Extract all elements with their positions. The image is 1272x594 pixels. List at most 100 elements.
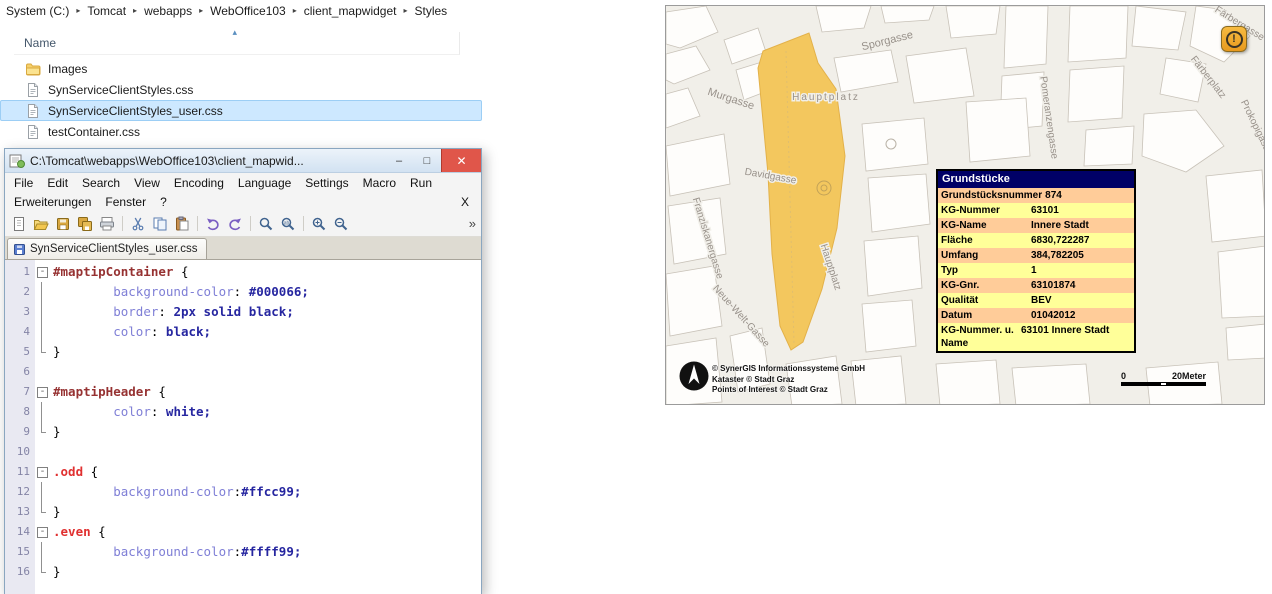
tab-synserviceclientstyles-user[interactable]: SynServiceClientStyles_user.css	[7, 238, 208, 259]
street-label: Prokopigasse	[1238, 98, 1265, 158]
line-number: 16	[16, 565, 30, 578]
code-line: 11 .odd {	[5, 462, 481, 482]
code-text[interactable]: background-color:#ffcc99;	[49, 482, 301, 502]
breadcrumb-item[interactable]: System (C:)	[6, 4, 69, 18]
maptip-field-value: 01042012	[1031, 310, 1076, 321]
menu-bar-2: Erweiterungen Fenster? X	[5, 192, 481, 211]
column-header-label: Name	[24, 36, 57, 50]
code-text[interactable]: #maptipHeader {	[49, 382, 166, 402]
line-number: 9	[23, 425, 30, 438]
breadcrumb-item[interactable]: Tomcat	[87, 4, 126, 18]
maptip-field-label: KG-Nummer	[941, 205, 1000, 216]
breadcrumb-item[interactable]: Styles	[414, 4, 447, 18]
fold-margin	[35, 482, 49, 502]
find-icon[interactable]	[256, 214, 276, 234]
file-row[interactable]: SynServiceClientStyles_user.css	[0, 100, 482, 121]
file-row[interactable]: Images	[0, 58, 482, 79]
toolbar-overflow-chevron[interactable]: »	[469, 216, 476, 231]
maptip-field-label: KG-Gnr.	[941, 280, 980, 291]
find-replace-icon[interactable]: ab	[278, 214, 298, 234]
save-all-icon[interactable]	[75, 214, 95, 234]
map-attribution: © SynerGIS Informationssysteme GmbH Katas…	[712, 364, 865, 396]
fold-margin	[35, 342, 49, 362]
save-icon[interactable]	[53, 214, 73, 234]
code-text[interactable]	[49, 362, 53, 382]
menu-item[interactable]: Erweiterungen	[7, 193, 98, 211]
map-widget[interactable]: Murgasse Sporgasse Hauptplatz Davidgasse Fra…	[665, 5, 1265, 405]
code-text[interactable]: }	[49, 562, 61, 582]
line-number: 3	[23, 305, 30, 318]
line-number: 11	[16, 465, 30, 478]
toolbar-separator	[197, 216, 198, 231]
code-text[interactable]	[49, 442, 53, 462]
copy-icon[interactable]	[150, 214, 170, 234]
zoom-in-icon[interactable]	[309, 214, 329, 234]
code-text[interactable]: }	[49, 502, 61, 522]
menu-item[interactable]: Encoding	[167, 174, 231, 192]
print-icon[interactable]	[97, 214, 117, 234]
fold-margin	[35, 422, 49, 442]
close-button[interactable]: ✕	[441, 149, 481, 172]
menu-close-button[interactable]: X	[451, 195, 479, 209]
cut-icon[interactable]	[128, 214, 148, 234]
sort-ascending-icon: ▴	[232, 27, 238, 37]
fold-toggle-icon[interactable]	[35, 382, 49, 402]
code-text[interactable]: #maptipContainer {	[49, 262, 188, 282]
menu-item[interactable]: Search	[75, 174, 127, 192]
column-header-name[interactable]: Name ▴	[14, 27, 460, 55]
notepadpp-app-icon	[9, 153, 25, 169]
maptip-row: KG-Gnr. 63101874	[938, 278, 1134, 293]
open-folder-icon[interactable]	[31, 214, 51, 234]
window-title-bar[interactable]: C:\Tomcat\webapps\WebOffice103\client_ma…	[5, 149, 481, 173]
menu-item[interactable]: Macro	[356, 174, 403, 192]
breadcrumb-item[interactable]: webapps	[144, 4, 192, 18]
menu-item[interactable]: Settings	[298, 174, 355, 192]
menu-item[interactable]: Edit	[40, 174, 75, 192]
code-text[interactable]: }	[49, 422, 61, 442]
code-text[interactable]: background-color:#ffff99;	[49, 542, 301, 562]
code-text[interactable]: background-color: #000066;	[49, 282, 309, 302]
maptip-field-value: Innere Stadt	[1031, 220, 1089, 231]
file-row[interactable]: SynServiceClientStyles.css	[0, 79, 482, 100]
line-number: 15	[16, 545, 30, 558]
code-text[interactable]: color: white;	[49, 402, 211, 422]
zoom-out-icon[interactable]	[331, 214, 351, 234]
code-text[interactable]: .odd {	[49, 462, 98, 482]
breadcrumb-item[interactable]: WebOffice103	[210, 4, 286, 18]
menu-item[interactable]: View	[127, 174, 167, 192]
maptip-row: Fläche 6830,722287	[938, 233, 1134, 248]
fold-margin	[35, 302, 49, 322]
highlighted-parcel[interactable]	[757, 32, 846, 351]
warning-button[interactable]: !	[1221, 26, 1247, 52]
toolbar: » ab	[5, 211, 481, 237]
file-row[interactable]: testContainer.css	[0, 121, 482, 142]
toolbar-separator	[303, 216, 304, 231]
minimize-button[interactable]: –	[385, 149, 413, 172]
fold-toggle-icon[interactable]	[35, 462, 49, 482]
code-line: 6	[5, 362, 481, 382]
new-file-icon[interactable]	[9, 214, 29, 234]
undo-icon[interactable]	[203, 214, 223, 234]
menu-item[interactable]: ?	[153, 193, 174, 211]
code-text[interactable]: .even {	[49, 522, 106, 542]
breadcrumb-item[interactable]: client_mapwidget	[304, 4, 397, 18]
code-text[interactable]: }	[49, 342, 61, 362]
code-text[interactable]: border: 2px solid black;	[49, 302, 294, 322]
toolbar-separator	[250, 216, 251, 231]
menu-item[interactable]: Fenster	[98, 193, 153, 211]
paste-icon[interactable]	[172, 214, 192, 234]
fold-toggle-icon[interactable]	[35, 522, 49, 542]
fold-toggle-icon[interactable]	[35, 262, 49, 282]
menu-item[interactable]: File	[7, 174, 40, 192]
notepadpp-window: C:\Tomcat\webapps\WebOffice103\client_ma…	[4, 148, 482, 594]
menu-item[interactable]: Run	[403, 174, 439, 192]
menu-item[interactable]: Language	[231, 174, 298, 192]
code-text[interactable]: color: black;	[49, 322, 211, 342]
maximize-button[interactable]: □	[413, 149, 441, 172]
line-number: 4	[23, 325, 30, 338]
code-area[interactable]: 1#maptipContainer {2 background-color: #…	[5, 260, 481, 594]
maptip-field-label: Datum	[941, 310, 973, 321]
maptip-field-value: 874	[1045, 190, 1062, 201]
redo-icon[interactable]	[225, 214, 245, 234]
maptip-header: Grundstücke	[942, 173, 1010, 185]
